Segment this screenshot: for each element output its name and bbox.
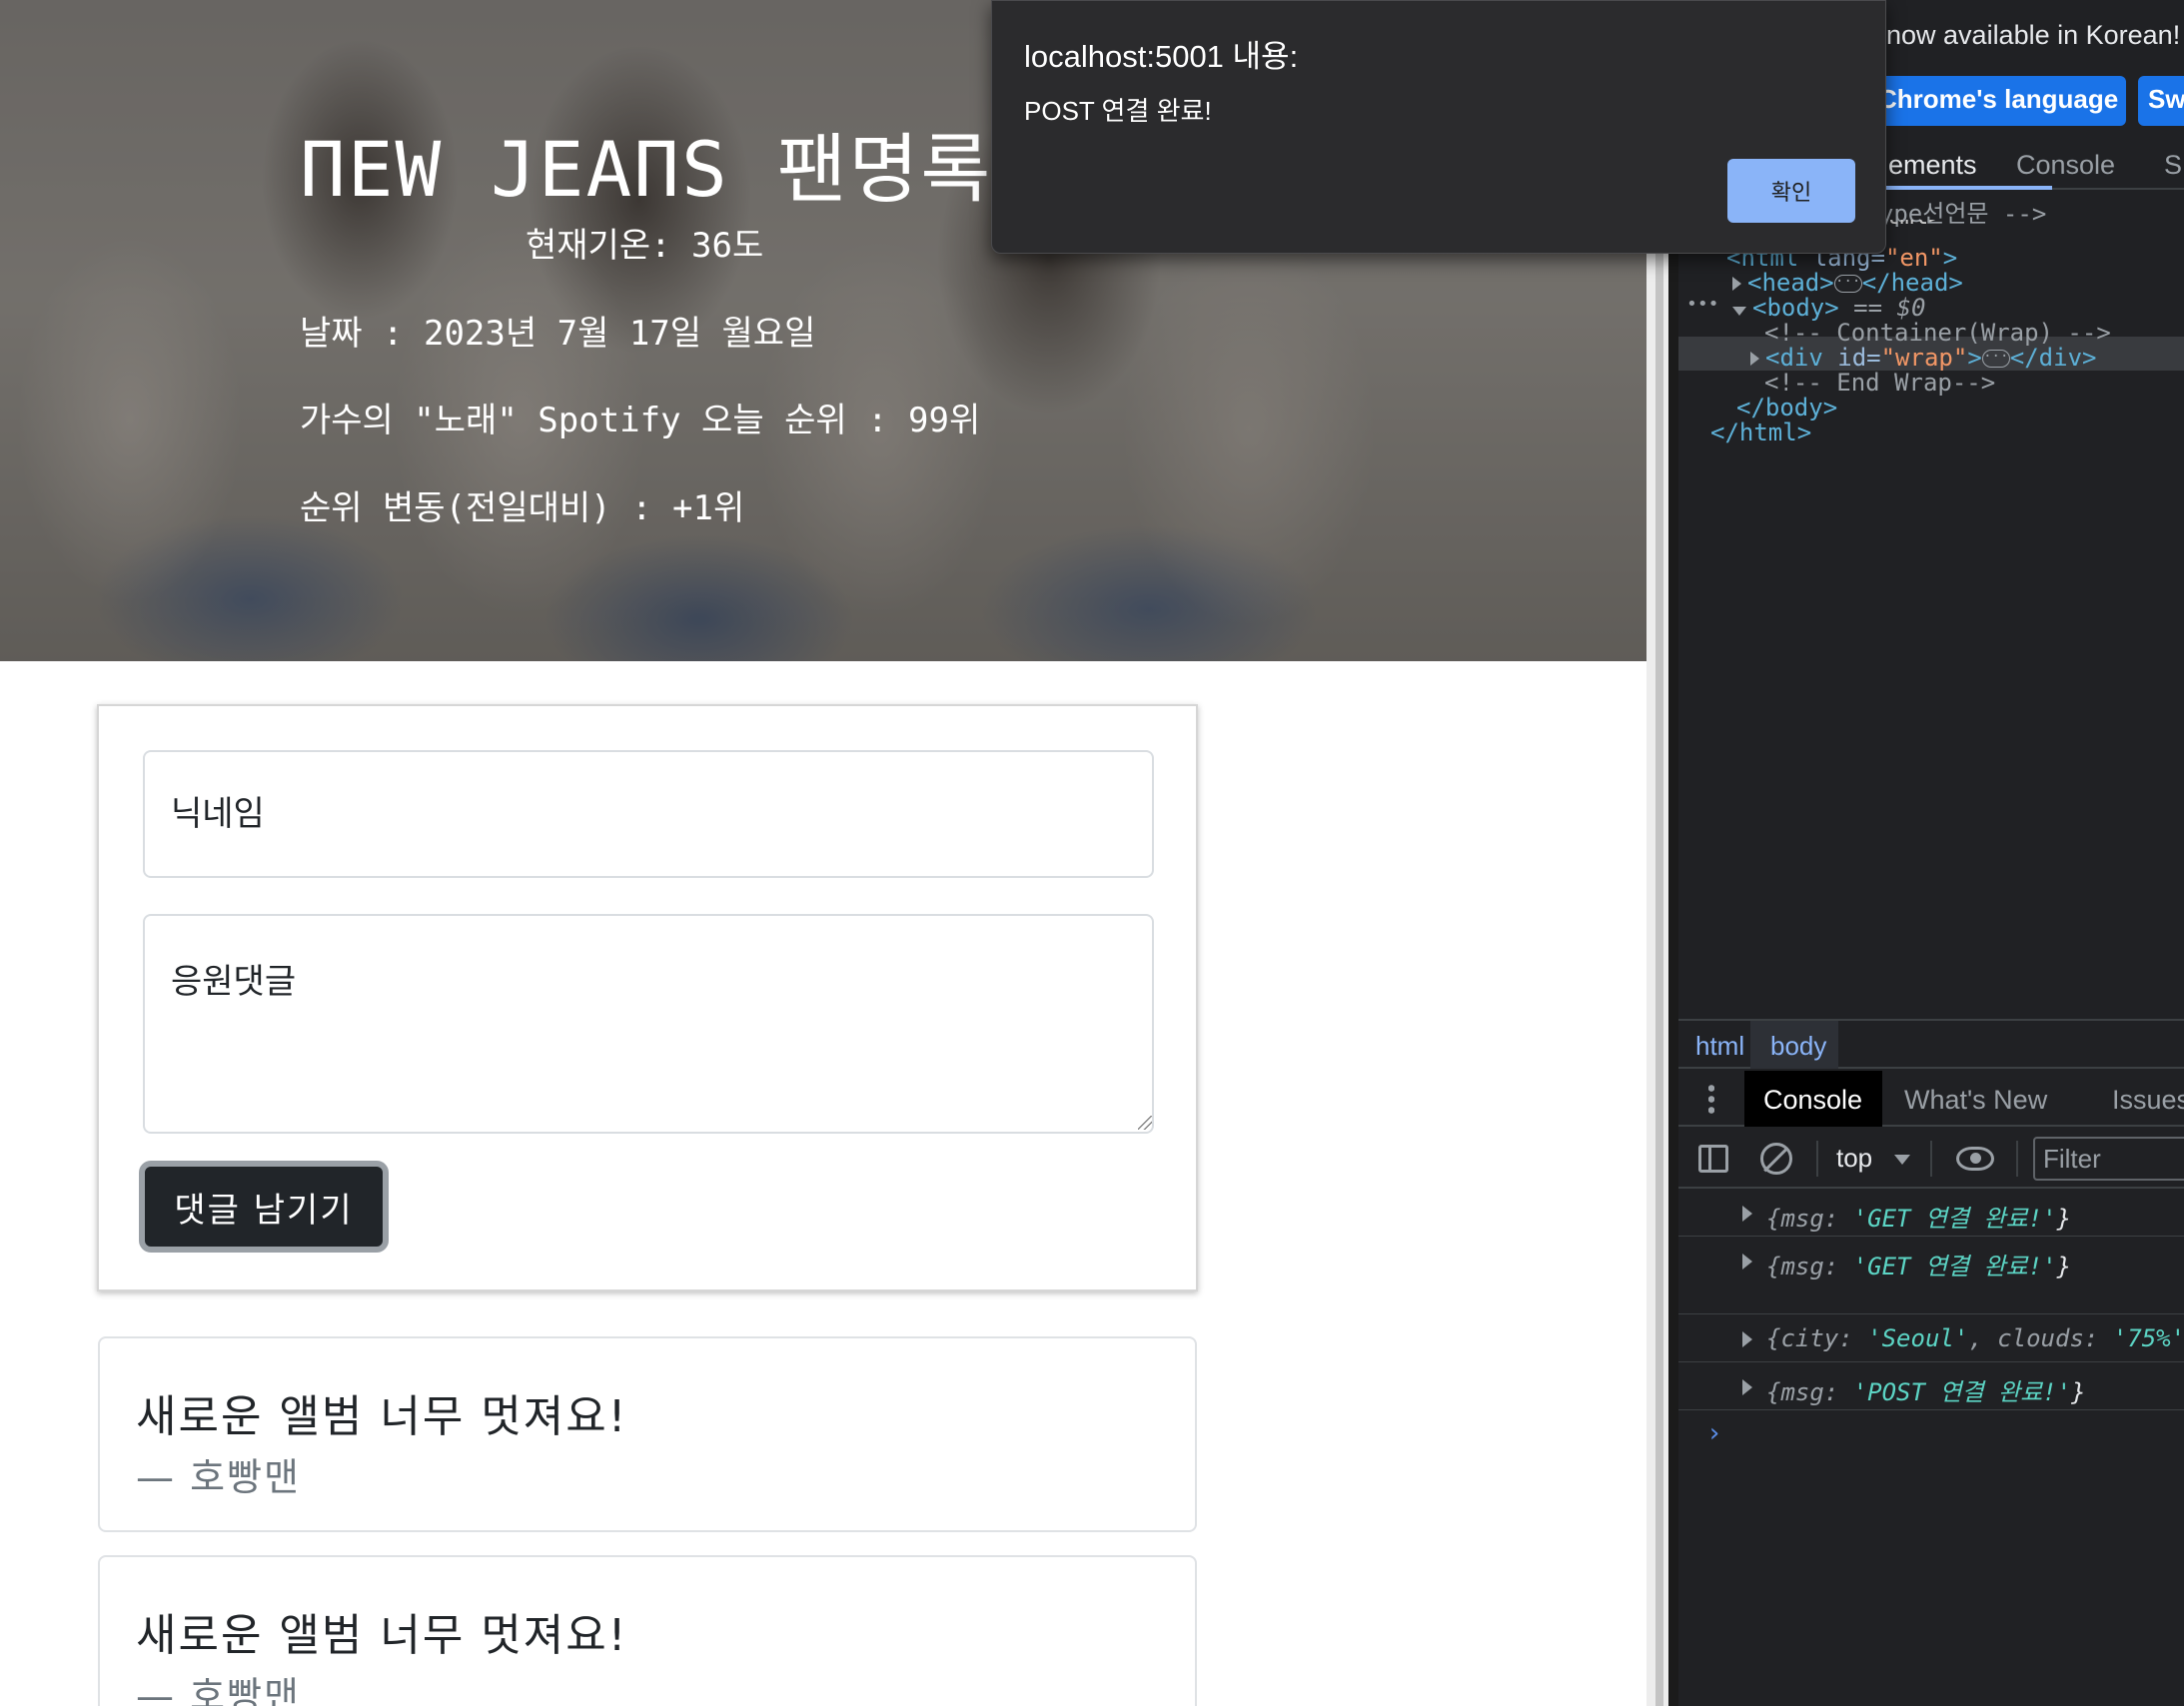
devtools-resize-handle[interactable] [1668,0,1678,1706]
head-close-tag: </head> [1861,269,1963,297]
comment-card: 새로운 앨범 너무 멋져요! — 호빵맨 [98,1555,1197,1706]
console-message[interactable]: {city: 'Seoul', clouds: '75%' [1678,1316,2184,1362]
alert-ok-button[interactable]: 확인 [1727,159,1855,223]
page-scrollbar-thumb[interactable] [1655,0,1663,1706]
comment-author: — 호빵맨 [136,1455,301,1499]
comment-textarea[interactable] [143,914,1154,1134]
alert-dialog: localhost:5001 내용: POST 연결 완료! 확인 [991,0,1886,254]
collapsed-ellipsis-icon[interactable]: ··· [1981,350,2010,368]
div-tag-end: > [1967,344,1982,372]
node-actions-dots-icon[interactable]: ••• [1686,294,1719,315]
breadcrumb-body[interactable]: body [1770,1031,1826,1062]
comment-text: 새로운 앨범 너무 멋져요! [136,1391,628,1442]
kebab-menu-icon[interactable] [1708,1083,1714,1115]
drawer-tab-whats-new[interactable]: What's New [1904,1085,2047,1116]
wrap-div-node[interactable]: <div id="wrap">···</div> [1750,344,2096,372]
log-end: } [2056,1205,2072,1233]
div-open-tag: <div [1765,344,1823,372]
comment-author: — 호빵맨 [136,1674,301,1706]
textarea-resize-handle[interactable] [1138,1116,1152,1130]
sidebar-toggle-icon[interactable] [1698,1145,1728,1173]
head-open-tag: <head> [1747,269,1834,297]
temperature-text: 현재기온: 36도 [526,226,764,266]
div-close-tag: </div> [2009,344,2097,372]
tab-elements[interactable]: ements [1888,150,1977,181]
alert-message: POST 연결 완료! [1024,96,1212,126]
expand-triangle-icon[interactable] [1732,277,1741,291]
body-open-tag: <body> [1752,294,1839,322]
console-filter-input[interactable] [2033,1137,2184,1181]
end-wrap-comment-node[interactable]: <!-- End Wrap--> [1764,369,1995,397]
toolbar-divider [1930,1141,1932,1177]
drawer-tab-console[interactable]: Console [1763,1085,1862,1116]
devtools-panel: now available in Korean! Chrome's langua… [1678,0,2184,1706]
log-key: {msg: [1766,1253,1853,1280]
html-tag-end: > [1942,244,1958,272]
context-selector[interactable]: top [1836,1143,1872,1174]
log-value: 'GET 연결 완료!' [1852,1253,2057,1280]
active-tab-indicator [1868,186,2052,190]
drawer-tabbar: Console What's New Issues [1678,1071,2184,1127]
body-node[interactable]: <body> == $0 [1732,294,1925,322]
submit-comment-button[interactable]: 댓글 남기기 [139,1161,389,1253]
log-key: , clouds: [1968,1324,2113,1352]
switch-language-button[interactable]: Sw [2138,76,2184,126]
html-close-tag[interactable]: </html> [1710,419,1811,446]
collapse-triangle-icon[interactable] [1732,307,1746,316]
head-node[interactable]: <head>···</head> [1732,269,1963,297]
spotify-rank-text: 가수의 "노래" Spotify 오늘 순위 : 99위 [300,401,981,440]
console-log: {msg: 'GET 연결 완료!'} {msg: 'GET 연결 완료!'} … [1678,1191,2184,1706]
id-value: "wrap" [1880,344,1968,372]
date-text: 날짜 : 2023년 7월 17일 월요일 [300,314,816,354]
log-end: } [2056,1253,2072,1280]
alert-title: localhost:5001 내용: [1024,39,1299,74]
log-value: 'GET 연결 완료!' [1852,1205,2057,1233]
collapsed-ellipsis-icon[interactable]: ··· [1833,275,1862,293]
body-close-tag[interactable]: </body> [1736,394,1837,422]
tab-console[interactable]: Console [2016,150,2115,181]
console-message[interactable]: {msg: 'GET 연결 완료!'} [1678,1191,2184,1237]
console-message[interactable]: {msg: 'GET 연결 완료!'} [1678,1239,2184,1314]
console-toolbar: top [1678,1129,2184,1189]
elements-tree: ctype선언문 --> <.DOCTYPE html> <html lang=… [1678,200,2184,1019]
log-key: {msg: [1766,1378,1853,1406]
log-key: {msg: [1766,1205,1853,1233]
page-title: ПEW JEAПS 팬명록 [300,125,993,214]
webpage: ПEW JEAПS 팬명록 현재기온: 36도 날짜 : 2023년 7월 17… [0,0,1646,1706]
toolbar-divider [1816,1141,1818,1177]
comment-text: 새로운 앨범 너무 멋져요! [136,1610,628,1661]
comment-form-card: 댓글 남기기 [97,704,1198,1291]
log-end: } [2071,1378,2086,1406]
expand-triangle-icon[interactable] [1750,352,1759,366]
toolbar-divider [2016,1141,2018,1177]
eye-icon[interactable] [1956,1147,1994,1171]
tab-sources[interactable]: S [2164,150,2182,181]
lang-value: "en" [1884,244,1943,272]
console-prompt-icon[interactable]: › [1706,1418,1722,1448]
log-value: 'Seoul' [1867,1324,1969,1352]
always-match-language-button[interactable]: Chrome's language [1868,76,2126,126]
nickname-input[interactable] [143,750,1154,878]
expand-triangle-icon[interactable] [1742,1379,1752,1395]
chevron-down-icon[interactable] [1894,1155,1910,1165]
comment-card: 새로운 앨범 너무 멋져요! — 호빵맨 [98,1336,1197,1532]
log-value: '75%' [2112,1324,2184,1352]
language-notice-text: now available in Korean! [1886,20,2181,50]
breadcrumb: html body [1678,1019,2184,1069]
expand-triangle-icon[interactable] [1742,1254,1752,1270]
expand-triangle-icon[interactable] [1742,1331,1752,1347]
id-attr: id= [1837,344,1881,372]
selected-node-ref: == $0 [1853,294,1926,322]
console-message[interactable]: {msg: 'POST 연결 완료!'} [1678,1364,2184,1410]
breadcrumb-html[interactable]: html [1695,1031,1744,1062]
expand-triangle-icon[interactable] [1742,1206,1752,1222]
drawer-tab-issues[interactable]: Issues [2112,1085,2184,1116]
rank-change-text: 순위 변동(전일대비) : +1위 [300,488,745,528]
log-value: 'POST 연결 완료!' [1852,1378,2072,1406]
clear-console-icon[interactable] [1760,1143,1792,1175]
log-key: {city: [1766,1324,1868,1352]
container-comment-node[interactable]: <!-- Container(Wrap) --> [1764,319,2111,347]
